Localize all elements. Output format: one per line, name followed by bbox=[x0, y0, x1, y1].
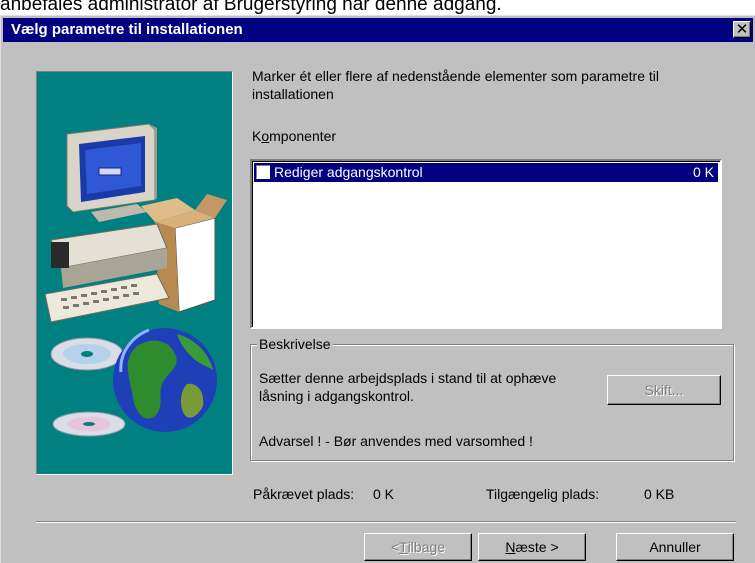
required-space-label: Påkrævet plads: bbox=[253, 486, 355, 502]
separator bbox=[36, 521, 736, 523]
component-label: Rediger adgangskontrol bbox=[274, 164, 423, 180]
components-label: Komponenter bbox=[252, 128, 337, 144]
background-window-text: anbefales administrator af Brugerstyring… bbox=[0, 0, 502, 15]
description-legend: Beskrivelse bbox=[257, 335, 333, 353]
setup-dialog: Vælg parametre til installationen ✕ Mark… bbox=[0, 15, 755, 563]
warning-text: Advarsel ! - Bør anvendes med varsomhed … bbox=[259, 433, 533, 449]
globe-icon bbox=[113, 328, 217, 432]
description-text: Sætter denne arbejdsplads i stand til at… bbox=[259, 370, 557, 404]
close-button[interactable]: ✕ bbox=[733, 21, 751, 38]
title-bar[interactable]: Vælg parametre til installationen ✕ bbox=[3, 18, 753, 42]
components-listbox[interactable]: Rediger adgangskontrol 0 K bbox=[250, 159, 722, 329]
list-item[interactable]: Rediger adgangskontrol 0 K bbox=[254, 163, 718, 182]
computer-setup-illustration bbox=[44, 123, 227, 437]
desktop-keyboard-icon bbox=[44, 223, 170, 323]
close-icon: ✕ bbox=[735, 21, 749, 38]
available-space-label: Tilgængelig plads: bbox=[486, 486, 600, 502]
setup-illustration-panel bbox=[36, 71, 233, 475]
available-space-value: 0 KB bbox=[644, 486, 675, 502]
component-size: 0 K bbox=[692, 164, 714, 180]
intro-text: Marker ét eller flere af nedenstående el… bbox=[252, 68, 659, 102]
cancel-button[interactable]: Annuller bbox=[616, 533, 734, 561]
change-button[interactable]: Skift... bbox=[607, 375, 721, 405]
window-title: Vælg parametre til installationen bbox=[11, 21, 243, 38]
description-groupbox: Beskrivelse Sætter denne arbejdsplads i … bbox=[250, 335, 734, 461]
required-space-value: 0 K bbox=[373, 486, 395, 502]
component-checkbox[interactable] bbox=[256, 165, 270, 179]
next-button[interactable]: Næste > bbox=[478, 533, 586, 561]
back-button[interactable]: < Tilbage bbox=[364, 533, 472, 561]
